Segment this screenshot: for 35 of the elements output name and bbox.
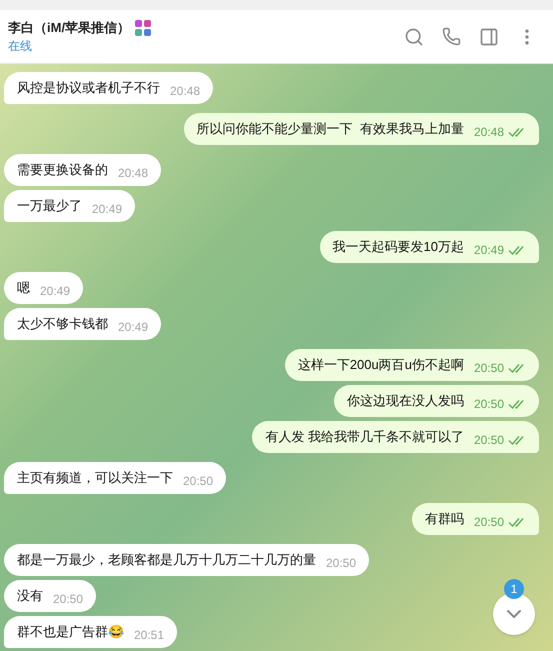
message-time: 20:50 [326, 555, 356, 572]
message-time: 20:49 [118, 319, 148, 336]
message-text: 有人发 我给我带几千条不就可以了 [265, 428, 464, 446]
sidebar-icon[interactable] [479, 26, 499, 46]
message-text: 我一天起码要发10万起 [332, 238, 464, 256]
message-text: 主页有频道，可以关注一下 [17, 469, 173, 488]
message-text: 有群吗 [424, 510, 464, 528]
message-time: 20:50 [474, 432, 504, 449]
message-text: 所以问你能不能少量测一下 有效果我马上加量 [196, 120, 464, 138]
contact-name: 李白（iM/苹果推信） [8, 18, 130, 37]
message-text: 一万最少了 [17, 197, 82, 216]
message-time: 20:49 [92, 201, 122, 218]
message-time: 20:50 [474, 514, 504, 531]
message-text: 太少不够卡钱都 [17, 315, 108, 334]
message-text: 风控是协议或者机子不行 [17, 79, 160, 98]
message-time: 20:48 [118, 165, 148, 182]
online-status: 在线 [8, 38, 33, 56]
message-text: 群不也是广告群😂 [17, 623, 124, 642]
message-time: 20:49 [474, 242, 504, 259]
message-time: 20:50 [474, 396, 504, 413]
message-text: 你这边现在没人发吗 [346, 392, 464, 410]
message-time: 20:48 [170, 83, 200, 100]
search-icon[interactable] [404, 26, 424, 46]
message-text: 嗯 [17, 279, 30, 298]
message-time: 20:48 [474, 124, 504, 141]
message-text: 需要更换设备的 [17, 161, 108, 180]
message-time: 20:50 [183, 473, 214, 490]
message-time: 20:50 [474, 360, 504, 377]
message-text: 没有 [17, 587, 43, 606]
phone-icon[interactable] [442, 27, 461, 46]
message-text: 都是一万最少，老顾客都是几万十几万二十几万的量 [17, 551, 316, 570]
message-time: 20:50 [53, 591, 84, 608]
message-time: 20:49 [40, 283, 70, 300]
message-time: 20:51 [134, 627, 164, 644]
message-text: 这样一下200u两百u伤不起啊 [298, 356, 464, 374]
